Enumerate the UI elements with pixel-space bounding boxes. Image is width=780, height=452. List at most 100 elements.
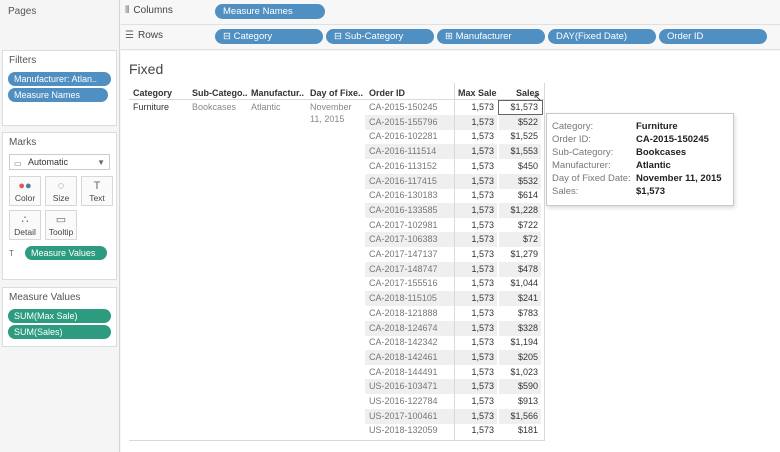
order-id-cell[interactable]: CA-2016-111514 — [365, 144, 455, 160]
order-id-cell[interactable]: CA-2018-144491 — [365, 365, 455, 380]
order-id-cell[interactable]: CA-2016-130183 — [365, 188, 455, 203]
max-sale-cell[interactable]: 1,573 — [455, 335, 497, 350]
header-day-of-fixed-date[interactable]: Day of Fixe.. — [310, 88, 363, 98]
order-id-cell[interactable]: CA-2018-142342 — [365, 335, 455, 350]
max-sale-cell[interactable]: 1,573 — [455, 100, 497, 115]
order-id-cell[interactable]: CA-2018-115105 — [365, 291, 455, 307]
sales-cell[interactable]: $913 — [499, 394, 541, 409]
sales-cell[interactable]: $72 — [499, 232, 541, 248]
order-id-cell[interactable]: CA-2016-102281 — [365, 129, 455, 144]
max-sale-cell[interactable]: 1,573 — [455, 423, 497, 438]
sales-cell[interactable]: $590 — [499, 379, 541, 395]
tooltip-button[interactable]: ▭ Tooltip — [45, 210, 77, 240]
order-id-cell[interactable]: US-2018-132059 — [365, 423, 455, 438]
sales-cell[interactable]: $614 — [499, 188, 541, 203]
max-sale-cell[interactable]: 1,573 — [455, 114, 497, 130]
cell-manufacturer[interactable]: Atlantic — [251, 102, 281, 112]
measure-values-text-pill[interactable]: Measure Values — [25, 246, 107, 260]
max-sale-cell[interactable]: 1,573 — [455, 173, 497, 189]
order-id-cell[interactable]: CA-2016-113152 — [365, 159, 455, 174]
max-sale-cell[interactable]: 1,573 — [455, 379, 497, 395]
sales-cell[interactable]: $722 — [499, 218, 541, 233]
max-sale-cell[interactable]: 1,573 — [455, 159, 497, 174]
rows-pill-manufacturer[interactable]: ⊞ Manufacturer — [437, 29, 545, 44]
order-id-cell[interactable]: CA-2016-133585 — [365, 202, 455, 218]
max-sale-cell[interactable]: 1,573 — [455, 247, 497, 262]
rows-pill-day-fixed-date[interactable]: DAY(Fixed Date) — [548, 29, 656, 44]
sales-cell[interactable]: $522 — [499, 114, 541, 130]
order-id-cell[interactable]: CA-2017-148747 — [365, 261, 455, 277]
mark-type-dropdown[interactable]: ▭ Automatic ▼ — [9, 154, 110, 170]
order-id-cell[interactable]: CA-2017-102981 — [365, 218, 455, 233]
detail-button[interactable]: ∴ Detail — [9, 210, 41, 240]
sales-cell[interactable]: $241 — [499, 291, 541, 307]
color-button[interactable]: ●● Color — [9, 176, 41, 206]
tooltip-row: Sales: $1,573 — [552, 185, 728, 198]
max-sale-cell[interactable]: 1,573 — [455, 365, 497, 380]
sales-cell[interactable]: $1,525 — [499, 129, 541, 144]
size-button[interactable]: ◌ Size — [45, 176, 77, 206]
rows-pill-category[interactable]: ⊟ Category — [215, 29, 323, 44]
order-id-cell[interactable]: CA-2017-155516 — [365, 276, 455, 291]
max-sale-cell[interactable]: 1,573 — [455, 291, 497, 307]
max-sale-cell[interactable]: 1,573 — [455, 306, 497, 321]
order-id-cell[interactable]: CA-2017-147137 — [365, 247, 455, 262]
max-sale-cell[interactable]: 1,573 — [455, 129, 497, 144]
tooltip-key: Sub-Category: — [552, 147, 614, 158]
max-sale-cell[interactable]: 1,573 — [455, 218, 497, 233]
sales-cell[interactable]: $1,553 — [499, 144, 541, 160]
header-order-id[interactable]: Order ID — [369, 88, 405, 98]
sales-cell[interactable]: $1,023 — [499, 365, 541, 380]
sales-cell[interactable]: $1,044 — [499, 276, 541, 291]
order-id-cell[interactable]: US-2017-100461 — [365, 408, 455, 424]
sales-cell[interactable]: $205 — [499, 349, 541, 365]
order-id-cell[interactable]: CA-2015-155796 — [365, 114, 455, 130]
sales-cell[interactable]: $478 — [499, 261, 541, 277]
order-id-cell[interactable]: CA-2017-106383 — [365, 232, 455, 248]
header-manufacturer[interactable]: Manufactur.. — [251, 88, 304, 98]
sales-cell[interactable]: $328 — [499, 320, 541, 336]
rows-pill-subcategory[interactable]: ⊟ Sub-Category — [326, 29, 434, 44]
max-sale-cell[interactable]: 1,573 — [455, 188, 497, 203]
sales-cell[interactable]: $1,228 — [499, 202, 541, 218]
order-id-cell[interactable]: US-2016-103471 — [365, 379, 455, 395]
columns-pill-measure-names[interactable]: Measure Names — [215, 4, 325, 19]
max-sale-cell[interactable]: 1,573 — [455, 320, 497, 336]
order-id-cell[interactable]: CA-2015-150245 — [365, 100, 455, 115]
order-id-cell[interactable]: CA-2016-117415 — [365, 173, 455, 189]
max-sale-cell[interactable]: 1,573 — [455, 144, 497, 160]
header-max-sale[interactable]: Max Sale — [458, 88, 497, 98]
order-id-cell[interactable]: CA-2018-121888 — [365, 306, 455, 321]
cell-category[interactable]: Furniture — [133, 102, 169, 112]
sales-cell[interactable]: $450 — [499, 159, 541, 174]
order-id-cell[interactable]: CA-2018-124674 — [365, 320, 455, 336]
rows-pill-order-id[interactable]: Order ID — [659, 29, 767, 44]
max-sale-cell[interactable]: 1,573 — [455, 408, 497, 424]
sales-cell[interactable]: $1,279 — [499, 247, 541, 262]
marks-buttons: ●● Color ◌ Size T Text ∴ Detail ▭ Toolti… — [3, 172, 116, 244]
max-sale-cell[interactable]: 1,573 — [455, 349, 497, 365]
max-sale-cell[interactable]: 1,573 — [455, 276, 497, 291]
order-id-cell[interactable]: CA-2018-142461 — [365, 349, 455, 365]
measure-pill-max-sale[interactable]: SUM(Max Sale) — [8, 309, 111, 323]
filter-pill-manufacturer[interactable]: Manufacturer: Atlan.. — [8, 72, 111, 86]
max-sale-cell[interactable]: 1,573 — [455, 232, 497, 248]
text-button[interactable]: T Text — [81, 176, 113, 206]
header-category[interactable]: Category — [133, 88, 172, 98]
measure-pill-sales[interactable]: SUM(Sales) — [8, 325, 111, 339]
sales-cell[interactable]: $1,566 — [499, 408, 541, 424]
header-subcategory[interactable]: Sub-Catego.. — [192, 88, 248, 98]
order-id-cell[interactable]: US-2016-122784 — [365, 394, 455, 409]
sales-cell[interactable]: $532 — [499, 173, 541, 189]
sales-cell[interactable]: $1,194 — [499, 335, 541, 350]
cell-day-line2[interactable]: 11, 2015 — [310, 114, 344, 124]
sales-cell[interactable]: $181 — [499, 423, 541, 438]
cell-day-line1[interactable]: November — [310, 102, 352, 112]
max-sale-cell[interactable]: 1,573 — [455, 261, 497, 277]
filter-pill-measure-names[interactable]: Measure Names — [8, 88, 108, 102]
detail-icon: ∴ — [21, 214, 29, 226]
max-sale-cell[interactable]: 1,573 — [455, 394, 497, 409]
sales-cell[interactable]: $783 — [499, 306, 541, 321]
max-sale-cell[interactable]: 1,573 — [455, 202, 497, 218]
cell-subcategory[interactable]: Bookcases — [192, 102, 236, 112]
